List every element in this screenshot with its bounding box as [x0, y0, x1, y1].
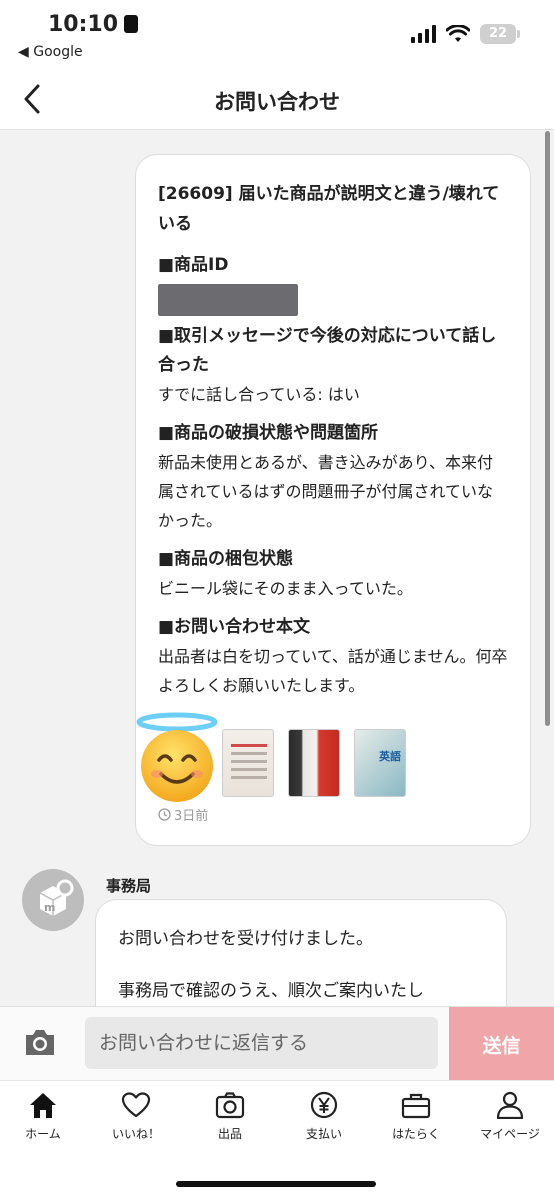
briefcase-icon — [401, 1093, 431, 1119]
attachment-thumbnail[interactable] — [288, 729, 340, 797]
status-time: 10:10 — [48, 12, 139, 37]
tab-sell[interactable]: 出品 — [184, 1091, 276, 1142]
tab-label: はたらく — [392, 1127, 440, 1141]
back-to-app-link[interactable]: ◀ Google — [18, 44, 83, 60]
section-body: すでに話し合っている: はい — [158, 385, 360, 404]
reply-bar: 送信 — [0, 1006, 554, 1081]
admin-message-bubble: お問い合わせを受け付けました。 事務局で確認のうえ、順次ご案内いたし — [95, 899, 507, 1006]
section-title: ■取引メッセージで今後の対応について話し合った — [158, 326, 497, 375]
tab-home[interactable]: ホーム — [0, 1091, 89, 1142]
tab-label: いいね！ — [111, 1127, 160, 1141]
message-line: お問い合わせを受け付けました。 — [118, 929, 373, 949]
user-message-bubble: [26609] 届いた商品が説明文と違う/壊れている ■商品ID ■取引メッセー… — [135, 154, 531, 846]
attachment-thumbnails — [222, 729, 406, 797]
status-icons: 22 — [411, 24, 520, 44]
camera-attach-icon[interactable] — [22, 1025, 58, 1059]
tab-label: 支払い — [305, 1127, 342, 1141]
home-icon — [30, 1093, 56, 1118]
page-title: お問い合わせ — [214, 90, 340, 114]
battery-indicator: 22 — [480, 24, 520, 44]
contact-card-icon — [124, 15, 139, 33]
tab-label: 出品 — [217, 1127, 242, 1141]
yen-icon — [310, 1091, 338, 1119]
section-body: 新品未使用とあるが、書き込みがあり、本来付属されているはずの問題冊子が付属されて… — [158, 453, 494, 530]
mercari-box-logo-icon: m — [39, 879, 74, 916]
tab-likes[interactable]: いいね！ — [90, 1091, 182, 1142]
wifi-icon — [446, 25, 470, 42]
camera-icon — [215, 1092, 245, 1119]
section-title: ■お問い合わせ本文 — [158, 617, 311, 637]
home-indicator[interactable] — [176, 1181, 376, 1187]
section-title: ■商品の破損状態や問題箇所 — [158, 423, 379, 443]
timestamp-text: 3日前 — [174, 809, 209, 824]
clock-icon — [158, 808, 171, 821]
section-body: 出品者は白を切っていて、話が通じません。何卒よろしくお願いいたします。 — [158, 647, 508, 695]
section-title: ■商品の梱包状態 — [158, 549, 294, 569]
message-subject: [26609] 届いた商品が説明文と違う/壊れている — [158, 184, 500, 234]
svg-text:m: m — [44, 901, 55, 914]
tab-mypage[interactable]: マイページ — [464, 1091, 554, 1142]
avatar: m — [22, 869, 84, 931]
attachment-thumbnail[interactable] — [222, 729, 274, 797]
message-timestamp: 3日前 — [158, 805, 208, 824]
attachment-thumbnail[interactable] — [354, 729, 406, 797]
person-icon — [496, 1091, 524, 1119]
sender-name: 事務局 — [106, 877, 152, 895]
tab-payments[interactable]: 支払い — [278, 1091, 370, 1142]
message-line: 事務局で確認のうえ、順次ご案内いたし — [118, 981, 424, 1001]
chat-thread[interactable]: [26609] 届いた商品が説明文と違う/壊れている ■商品ID ■取引メッセー… — [0, 131, 554, 1006]
halo-smiley-emoji-icon — [136, 712, 218, 802]
section-title: ■商品ID — [158, 255, 229, 275]
section-body: ビニール袋にそのまま入っていた。 — [158, 579, 413, 598]
nav-header: お問い合わせ — [0, 70, 554, 130]
tab-label: マイページ — [480, 1127, 540, 1141]
scrollbar[interactable] — [545, 131, 550, 726]
status-bar: 10:10 ◀ Google 22 — [0, 0, 554, 70]
tab-label: ホーム — [25, 1127, 61, 1141]
heart-icon — [121, 1092, 151, 1118]
send-button[interactable]: 送信 — [449, 1007, 554, 1081]
reply-input[interactable] — [85, 1017, 438, 1069]
redacted-product-id — [158, 284, 298, 316]
tab-work[interactable]: はたらく — [370, 1091, 462, 1142]
signal-icon — [411, 25, 436, 43]
